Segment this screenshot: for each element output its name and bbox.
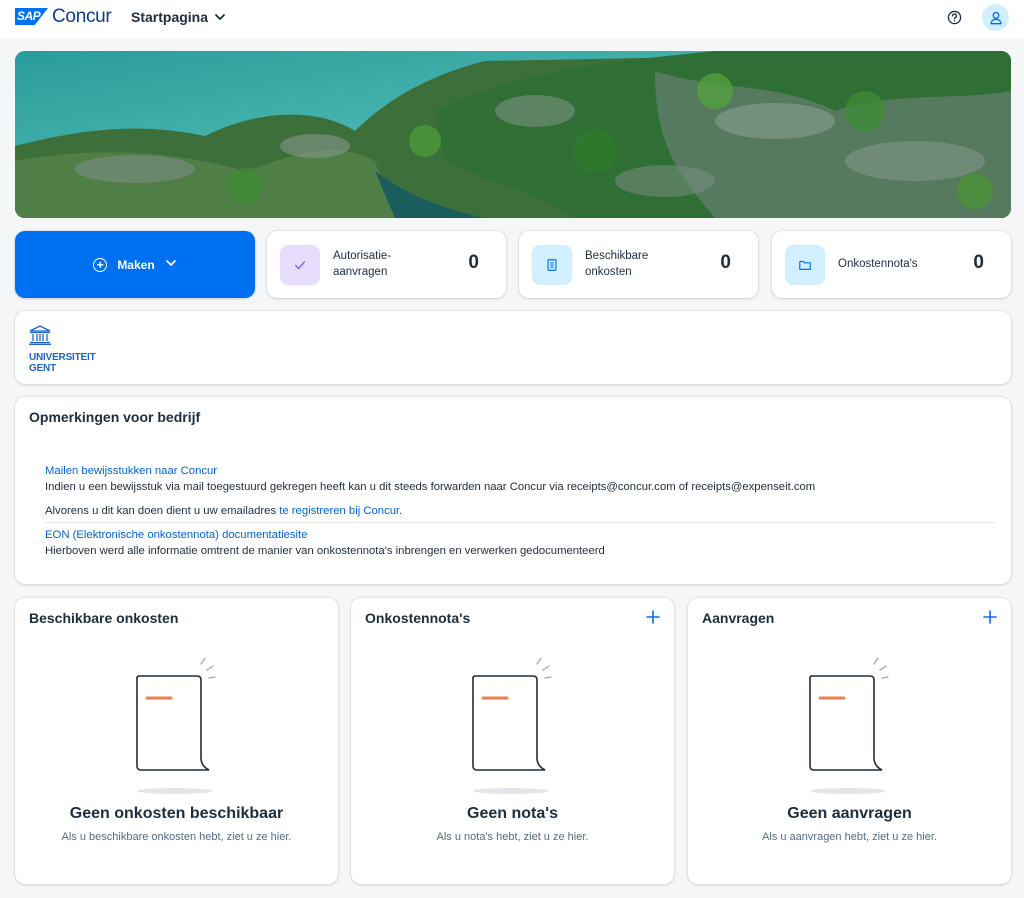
tile-count: 0 bbox=[720, 252, 731, 273]
panel-available-expenses: Beschikbare onkosten Geen onkosten besch… bbox=[15, 598, 338, 884]
make-label: Maken bbox=[117, 257, 155, 272]
concur-logo-text[interactable]: Concur bbox=[52, 6, 112, 28]
tile-label: Onkostennota's bbox=[838, 258, 918, 270]
tile-expense-reports[interactable]: Onkostennota's 0 bbox=[772, 231, 1011, 298]
empty-document-illustration bbox=[136, 658, 216, 794]
make-button[interactable]: + Maken bbox=[15, 231, 255, 298]
add-report-button[interactable] bbox=[643, 607, 663, 627]
folder-icon bbox=[785, 245, 825, 285]
empty-state-title: Geen nota's bbox=[467, 805, 558, 822]
home-nav-menu[interactable]: Startpagina bbox=[131, 9, 226, 25]
tile-available-expenses[interactable]: Beschikbare onkosten 0 bbox=[519, 231, 758, 298]
empty-document-illustration bbox=[809, 658, 889, 794]
chevron-down-icon bbox=[215, 14, 225, 20]
university-building-icon bbox=[29, 325, 51, 345]
panel-title: Onkostennota's bbox=[365, 610, 471, 626]
remarks-title: Opmerkingen voor bedrijf bbox=[29, 409, 201, 425]
check-icon bbox=[280, 245, 320, 285]
hero-banner-image bbox=[15, 51, 1011, 218]
link-mail-receipts[interactable]: Mailen bewijsstukken naar Concur bbox=[45, 465, 217, 477]
empty-state-subtitle: Als u aanvragen hebt, ziet u ze hier. bbox=[762, 831, 937, 843]
panel-title: Beschikbare onkosten bbox=[29, 610, 179, 626]
add-circle-icon: + bbox=[93, 257, 108, 272]
empty-state-title: Geen onkosten beschikbaar bbox=[69, 805, 284, 822]
tile-label: Autorisatie- aanvragen bbox=[333, 250, 392, 278]
tile-label: Beschikbare onkosten bbox=[585, 250, 649, 278]
sap-logo[interactable]: SAP bbox=[15, 8, 48, 25]
university-logo: UNIVERSITEIT GENT bbox=[29, 325, 96, 374]
empty-state-subtitle: Als u nota's hebt, ziet u ze hier. bbox=[436, 831, 589, 843]
company-logo-card: UNIVERSITEIT GENT bbox=[15, 311, 1011, 384]
top-bar: SAP Concur Startpagina bbox=[0, 0, 1024, 38]
link-eon-documentation[interactable]: EON (Elektronische onkostennota) documen… bbox=[45, 529, 307, 541]
user-icon bbox=[990, 11, 1001, 24]
help-icon bbox=[947, 10, 961, 24]
remarks-text-2: Alvorens u dit kan doen dient u uw email… bbox=[45, 505, 403, 517]
tile-count: 0 bbox=[973, 252, 984, 273]
university-logo-line2: GENT bbox=[29, 363, 56, 374]
link-register-concur[interactable]: te registreren bij Concur bbox=[279, 505, 399, 517]
divider bbox=[45, 522, 995, 523]
home-nav-label: Startpagina bbox=[131, 9, 209, 25]
tile-count: 0 bbox=[468, 252, 479, 273]
chevron-down-icon bbox=[165, 257, 177, 272]
panel-requests: Aanvragen Geen aanvragen Als u aanvragen… bbox=[688, 598, 1011, 884]
tile-authorization-requests[interactable]: Autorisatie- aanvragen 0 bbox=[267, 231, 506, 298]
remarks-text-3: Hierboven werd alle informatie omtrent d… bbox=[45, 545, 605, 557]
help-button[interactable] bbox=[943, 6, 965, 28]
empty-state-title: Geen aanvragen bbox=[787, 805, 912, 822]
receipt-icon bbox=[532, 245, 572, 285]
panel-title: Aanvragen bbox=[702, 610, 775, 626]
add-request-button[interactable] bbox=[980, 607, 1000, 627]
plus-icon bbox=[646, 610, 660, 624]
university-logo-line1: UNIVERSITEIT bbox=[29, 352, 96, 363]
user-profile-button[interactable] bbox=[982, 4, 1009, 31]
empty-document-illustration bbox=[472, 658, 552, 794]
empty-state-subtitle: Als u beschikbare onkosten hebt, ziet u … bbox=[61, 831, 292, 843]
company-remarks-card: Opmerkingen voor bedrijf Mailen bewijsst… bbox=[15, 397, 1011, 584]
panel-expense-reports: Onkostennota's Geen nota's Als u nota's … bbox=[351, 598, 674, 884]
remarks-text-1: Indien u een bewijsstuk via mail toegest… bbox=[45, 481, 816, 493]
plus-icon bbox=[983, 610, 997, 624]
